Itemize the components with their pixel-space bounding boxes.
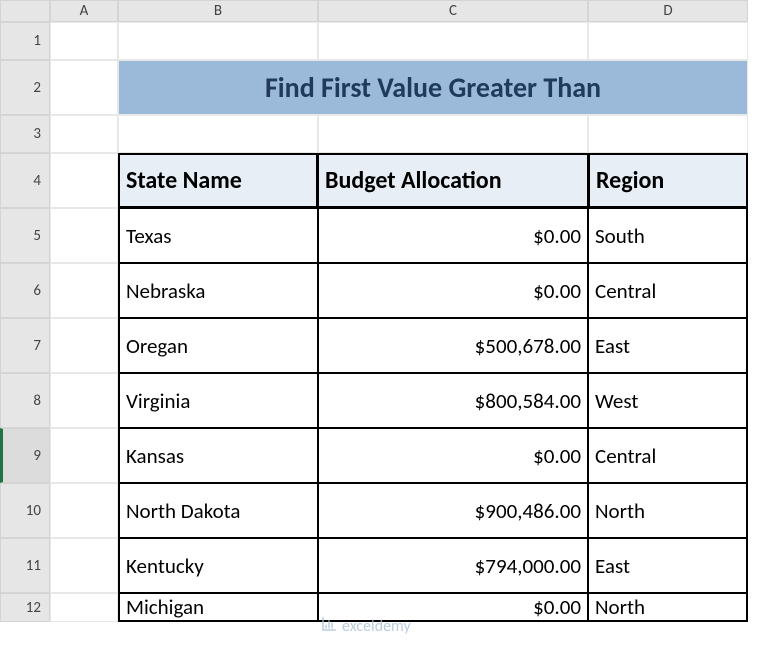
- watermark-text: exceldemy: [342, 617, 411, 636]
- cell-a9[interactable]: [50, 428, 118, 483]
- cell-state-1[interactable]: Nebraska: [118, 263, 318, 318]
- cell-state-4[interactable]: Kansas: [118, 428, 318, 483]
- cell-a6[interactable]: [50, 263, 118, 318]
- cell-d3[interactable]: [588, 115, 748, 153]
- cell-region-5[interactable]: North: [588, 483, 748, 538]
- cell-region-3[interactable]: West: [588, 373, 748, 428]
- cell-a3[interactable]: [50, 115, 118, 153]
- cell-budget-0[interactable]: $0.00: [318, 208, 588, 263]
- cell-budget-4[interactable]: $0.00: [318, 428, 588, 483]
- cell-budget-6[interactable]: $794,000.00: [318, 538, 588, 593]
- header-region[interactable]: Region: [588, 153, 748, 208]
- row-head-11[interactable]: 11: [0, 538, 50, 593]
- cell-state-3[interactable]: Virginia: [118, 373, 318, 428]
- row-head-1[interactable]: 1: [0, 22, 50, 60]
- row-head-3[interactable]: 3: [0, 115, 50, 153]
- col-head-c[interactable]: C: [318, 0, 588, 22]
- cell-budget-3[interactable]: $800,584.00: [318, 373, 588, 428]
- cell-a4[interactable]: [50, 153, 118, 208]
- col-head-a[interactable]: A: [50, 0, 118, 22]
- cell-state-5[interactable]: North Dakota: [118, 483, 318, 538]
- cell-budget-1[interactable]: $0.00: [318, 263, 588, 318]
- cell-state-2[interactable]: Oregan: [118, 318, 318, 373]
- cell-b1[interactable]: [118, 22, 318, 60]
- cell-state-7[interactable]: Michigan: [118, 593, 318, 622]
- row-head-8[interactable]: 8: [0, 373, 50, 428]
- row-head-9[interactable]: 9: [0, 428, 50, 483]
- row-head-4[interactable]: 4: [0, 153, 50, 208]
- col-head-b[interactable]: B: [118, 0, 318, 22]
- cell-region-2[interactable]: East: [588, 318, 748, 373]
- cell-a8[interactable]: [50, 373, 118, 428]
- header-budget[interactable]: Budget Allocation: [318, 153, 588, 208]
- cell-region-1[interactable]: Central: [588, 263, 748, 318]
- cell-region-7[interactable]: North: [588, 593, 748, 622]
- spreadsheet-grid: A B C D 1 2 Find First Value Greater Tha…: [0, 0, 768, 622]
- cell-a10[interactable]: [50, 483, 118, 538]
- row-head-6[interactable]: 6: [0, 263, 50, 318]
- header-state[interactable]: State Name: [118, 153, 318, 208]
- row-head-5[interactable]: 5: [0, 208, 50, 263]
- row-head-12[interactable]: 12: [0, 593, 50, 622]
- cell-d1[interactable]: [588, 22, 748, 60]
- row-head-10[interactable]: 10: [0, 483, 50, 538]
- cell-state-0[interactable]: Texas: [118, 208, 318, 263]
- row-head-2[interactable]: 2: [0, 60, 50, 115]
- watermark: exceldemy: [320, 615, 411, 638]
- cell-budget-5[interactable]: $900,486.00: [318, 483, 588, 538]
- col-head-d[interactable]: D: [588, 0, 748, 22]
- title-cell[interactable]: Find First Value Greater Than: [118, 60, 748, 115]
- cell-region-0[interactable]: South: [588, 208, 748, 263]
- cell-c3[interactable]: [318, 115, 588, 153]
- cell-a7[interactable]: [50, 318, 118, 373]
- cell-a11[interactable]: [50, 538, 118, 593]
- chart-icon: [320, 615, 338, 638]
- row-head-7[interactable]: 7: [0, 318, 50, 373]
- cell-a5[interactable]: [50, 208, 118, 263]
- cell-region-6[interactable]: East: [588, 538, 748, 593]
- cell-a1[interactable]: [50, 22, 118, 60]
- cell-c1[interactable]: [318, 22, 588, 60]
- cell-state-6[interactable]: Kentucky: [118, 538, 318, 593]
- select-all-corner[interactable]: [0, 0, 50, 22]
- cell-a12[interactable]: [50, 593, 118, 622]
- cell-budget-2[interactable]: $500,678.00: [318, 318, 588, 373]
- cell-a2[interactable]: [50, 60, 118, 115]
- cell-b3[interactable]: [118, 115, 318, 153]
- cell-region-4[interactable]: Central: [588, 428, 748, 483]
